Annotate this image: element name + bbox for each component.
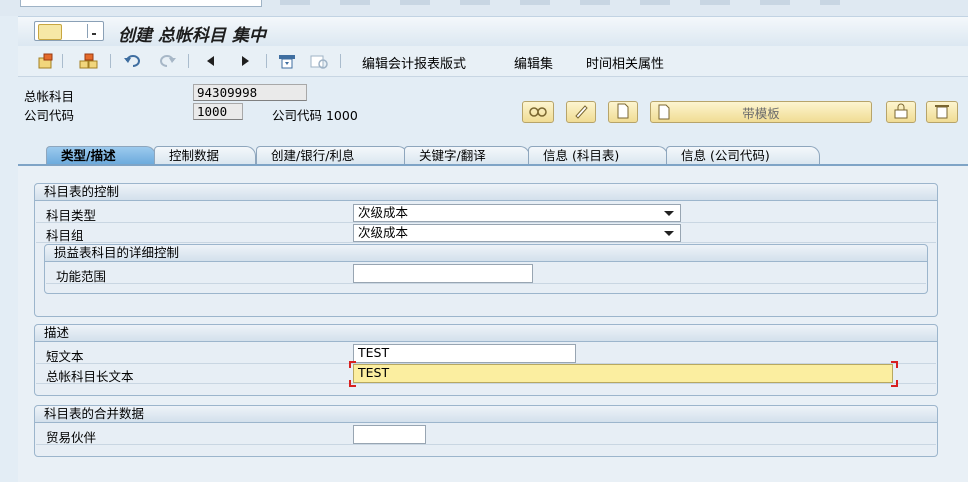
trading-partner-input[interactable] — [353, 425, 426, 444]
group-title: 描述 — [35, 325, 937, 342]
with-template-label: 带模板 — [742, 105, 780, 121]
company-code-text: 公司代码 1000 — [272, 108, 358, 123]
short-text-input[interactable]: TEST — [353, 344, 576, 363]
account-type-label: 科目类型 — [46, 208, 97, 223]
company-code-field: 1000 — [193, 103, 243, 120]
create-button[interactable] — [608, 101, 638, 123]
tab-info-company-code[interactable]: 信息 (公司代码) — [666, 146, 820, 165]
lock-button[interactable] — [886, 101, 916, 123]
tab-create-bank-interest[interactable]: 创建/银行/利息 — [256, 146, 408, 165]
long-text-label: 总帐科目长文本 — [46, 369, 134, 384]
command-field[interactable] — [20, 0, 262, 7]
glasses-icon — [528, 104, 548, 121]
account-group-dropdown[interactable]: 次级成本 — [353, 224, 681, 242]
next-icon[interactable] — [236, 52, 254, 70]
short-text-label: 短文本 — [46, 349, 84, 364]
lock-icon — [893, 103, 909, 122]
focus-corner-mark — [349, 361, 356, 368]
new-item-icon[interactable] — [36, 52, 56, 70]
template-document-icon — [657, 104, 671, 123]
delete-button[interactable] — [926, 101, 958, 123]
time-dependent-attributes-button[interactable]: 时间相关属性 — [586, 53, 664, 72]
account-group-label: 科目组 — [46, 228, 84, 243]
company-code-label: 公司代码 — [24, 108, 75, 123]
tab-control-data[interactable]: 控制数据 — [154, 146, 256, 165]
account-type-value: 次级成本 — [358, 205, 409, 220]
system-menu-button[interactable] — [34, 21, 104, 41]
title-bar: 创建 总帐科目 集中 — [18, 16, 968, 47]
top-strip — [0, 0, 968, 16]
display-icon[interactable] — [308, 52, 330, 70]
edit-set-button[interactable]: 编辑集 — [514, 53, 553, 72]
document-icon — [616, 103, 630, 122]
previous-icon[interactable] — [202, 52, 220, 70]
account-group-value: 次级成本 — [358, 225, 409, 240]
gl-account-field: 94309998 — [193, 84, 307, 101]
print-icon[interactable] — [276, 52, 298, 70]
group-title: 科目表的控制 — [35, 184, 937, 201]
long-text-input[interactable]: TEST — [353, 364, 893, 383]
trash-icon — [934, 103, 950, 122]
functional-area-label: 功能范围 — [56, 269, 107, 284]
edit-button[interactable] — [566, 101, 596, 123]
display-change-button[interactable] — [522, 101, 554, 123]
redo-icon[interactable] — [156, 52, 178, 70]
with-template-button[interactable]: 带模板 — [650, 101, 872, 123]
undo-icon[interactable] — [122, 52, 144, 70]
dropdown-icon — [87, 24, 102, 38]
group-title: 科目表的合并数据 — [35, 406, 937, 423]
pencil-icon — [573, 103, 589, 122]
focus-corner-mark — [891, 380, 898, 387]
window-title: 创建 总帐科目 集中 — [118, 26, 266, 46]
tab-info-chart-of-accounts[interactable]: 信息 (科目表) — [528, 146, 668, 165]
tab-keyword-translation[interactable]: 关键字/翻译 — [404, 146, 530, 165]
trading-partner-row: 贸易伙伴 — [36, 425, 936, 445]
gl-account-label: 总帐科目 — [24, 89, 75, 104]
account-type-dropdown[interactable]: 次级成本 — [353, 204, 681, 222]
top-decoration — [280, 0, 840, 5]
application-toolbar: 编辑会计报表版式 编辑集 时间相关属性 — [18, 46, 968, 77]
trading-partner-label: 贸易伙伴 — [46, 430, 97, 445]
subgroup-title: 损益表科目的详细控制 — [45, 245, 927, 262]
focus-corner-mark — [349, 380, 356, 387]
hierarchy-icon[interactable] — [78, 52, 100, 70]
functional-area-input[interactable] — [353, 264, 533, 283]
focus-corner-mark — [891, 361, 898, 368]
menu-icon — [38, 24, 62, 40]
tab-type-description[interactable]: 类型/描述 — [46, 146, 156, 165]
edit-report-layout-button[interactable]: 编辑会计报表版式 — [362, 53, 466, 72]
